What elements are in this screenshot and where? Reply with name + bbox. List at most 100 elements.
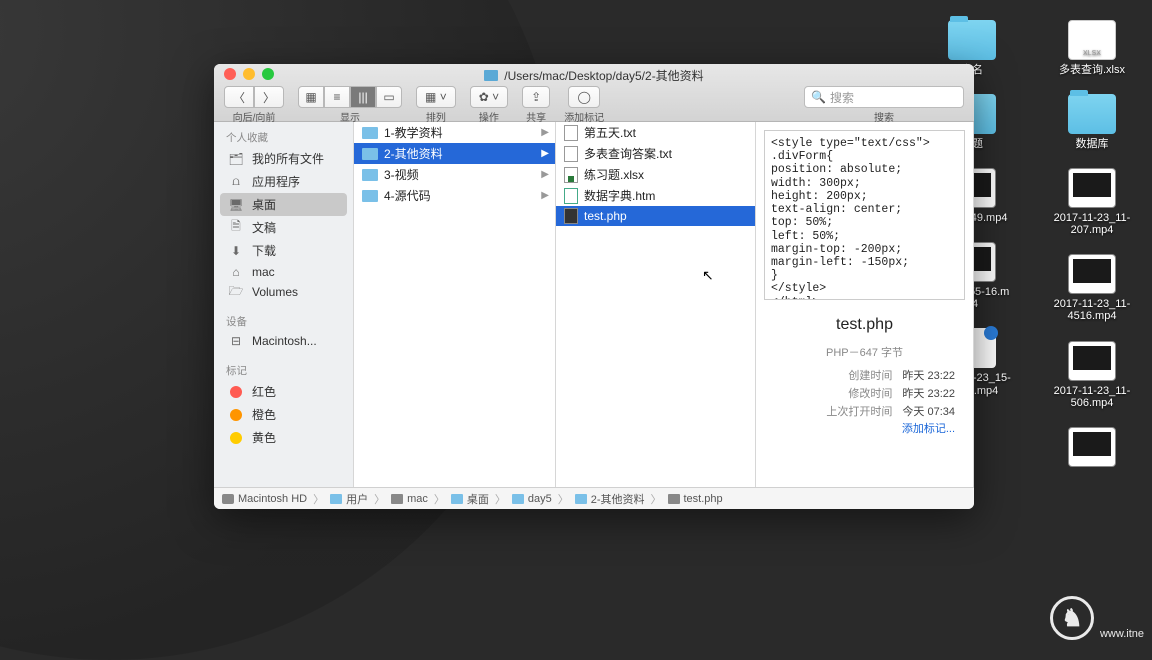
sidebar-item-volumes[interactable]: 🗁 Volumes <box>214 282 353 302</box>
tag-yellow-icon <box>228 431 244 445</box>
view-column-button[interactable]: ||| <box>350 86 376 108</box>
sidebar-header: 个人收藏 <box>214 128 353 147</box>
desktop-item[interactable]: 2017-11-23_11-506.mp4 <box>1052 341 1132 409</box>
sidebar: 个人收藏🗂我的所有文件⩍应用程序🖥桌面🗎文稿⬇下载⌂mac🗁Volumes设备⊟… <box>214 122 354 487</box>
add-tag-link[interactable]: 添加标记... <box>764 420 965 436</box>
sidebar-item-label: Macintosh... <box>252 334 317 348</box>
sidebar-item-label: 黄色 <box>252 429 276 446</box>
path-segment[interactable]: 2-其他资料 <box>591 491 645 507</box>
share-button[interactable]: ⇪ <box>522 86 550 108</box>
tag-red-icon <box>228 385 244 399</box>
sidebar-item-tag-yellow[interactable]: 黄色 <box>214 426 353 449</box>
column-1[interactable]: 1-教学资料▶2-其他资料▶3-视频▶4-源代码▶ <box>354 122 556 487</box>
sidebar-item-home[interactable]: ⌂mac <box>214 262 353 282</box>
folder-icon <box>1068 94 1116 134</box>
path-segment[interactable]: Macintosh HD <box>238 493 307 505</box>
hdd-icon: ⊟ <box>228 334 244 348</box>
file-row[interactable]: 4-源代码▶ <box>354 185 555 206</box>
path-segment[interactable]: mac <box>407 493 428 505</box>
sidebar-item-label: 我的所有文件 <box>252 150 324 167</box>
titlebar: /Users/mac/Desktop/day5/2-其他资料 〈 〉 向后/向前… <box>214 64 974 122</box>
php-icon <box>564 208 578 224</box>
chevron-right-icon: ▶ <box>541 148 549 159</box>
folder-icon <box>512 494 524 504</box>
path-segment[interactable]: 桌面 <box>467 491 489 507</box>
nav-back-button[interactable]: 〈 <box>224 86 254 108</box>
zoom-button[interactable] <box>262 68 274 80</box>
folder-icon <box>362 148 378 160</box>
chevron-right-icon: ▶ <box>541 190 549 201</box>
mp4-icon <box>1068 341 1116 381</box>
xlsx-icon <box>564 167 578 183</box>
home-icon <box>391 494 403 504</box>
preview-pane: <style type="text/css"> .divForm{ positi… <box>756 122 974 487</box>
sidebar-item-documents[interactable]: 🗎文稿 <box>214 216 353 239</box>
desktop-item[interactable]: 2017-11-23_11-207.mp4 <box>1052 168 1132 236</box>
path-bar[interactable]: Macintosh HD〉用户〉mac〉桌面〉day5〉2-其他资料〉test.… <box>214 487 974 509</box>
sidebar-item-tag-red[interactable]: 红色 <box>214 380 353 403</box>
arrange-button[interactable]: ▦ ˅ <box>416 86 456 108</box>
desktop-item[interactable]: 2017-11-23_11-4516.mp4 <box>1052 254 1132 322</box>
sidebar-item-hdd[interactable]: ⊟ Macintosh... <box>214 331 353 351</box>
desktop-item[interactable]: XLSX多表查询.xlsx <box>1052 20 1132 76</box>
file-row[interactable]: 第五天.txt <box>556 122 755 143</box>
file-row[interactable]: 多表查询答案.txt <box>556 143 755 164</box>
sidebar-item-apps[interactable]: ⩍应用程序 <box>214 170 353 193</box>
preview-content: <style type="text/css"> .divForm{ positi… <box>764 130 965 300</box>
watermark: ♞ www.itne <box>1024 580 1144 640</box>
column-2[interactable]: 第五天.txt多表查询答案.txt练习题.xlsx数据字典.htmtest.ph… <box>556 122 756 487</box>
file-row[interactable]: 练习题.xlsx <box>556 164 755 185</box>
sidebar-item-label: Volumes <box>252 285 298 299</box>
view-icon-button[interactable]: ▦ <box>298 86 324 108</box>
xlsx-icon: XLSX <box>1068 20 1116 60</box>
file-row[interactable]: 3-视频▶ <box>354 164 555 185</box>
volumes-icon: 🗁 <box>228 285 244 299</box>
sidebar-item-label: 桌面 <box>252 196 276 213</box>
folder-icon <box>484 70 498 81</box>
folder-icon <box>362 169 378 181</box>
view-list-button[interactable]: ≡ <box>324 86 350 108</box>
file-icon <box>668 494 680 504</box>
desktop-item[interactable]: 数据库 <box>1052 94 1132 150</box>
sidebar-item-label: 红色 <box>252 383 276 400</box>
sidebar-item-tag-orange[interactable]: 橙色 <box>214 403 353 426</box>
txt-icon <box>564 146 578 162</box>
hd-icon <box>222 494 234 504</box>
mp4-icon <box>1068 427 1116 467</box>
folder-icon <box>362 190 378 202</box>
preview-meta: PHP－647 字节 <box>764 344 965 360</box>
mp4-icon <box>1068 254 1116 294</box>
desktop-item[interactable] <box>1052 427 1132 471</box>
sidebar-item-all-files[interactable]: 🗂我的所有文件 <box>214 147 353 170</box>
preview-details: 创建时间昨天 23:22修改时间昨天 23:22上次打开时间今天 07:34 <box>764 366 965 420</box>
search-input[interactable]: 🔍 搜索 <box>804 86 964 108</box>
path-segment[interactable]: test.php <box>684 493 723 505</box>
sidebar-item-downloads[interactable]: ⬇下载 <box>214 239 353 262</box>
folder-icon <box>362 127 378 139</box>
mp4-icon <box>1068 168 1116 208</box>
txt-icon <box>564 125 578 141</box>
window-title: /Users/mac/Desktop/day5/2-其他资料 <box>484 67 703 84</box>
close-button[interactable] <box>224 68 236 80</box>
file-row[interactable]: 2-其他资料▶ <box>354 143 555 164</box>
desktop-icon: 🖥 <box>228 198 244 212</box>
tag-button[interactable]: ◯ <box>568 86 599 108</box>
view-gallery-button[interactable]: ▭ <box>376 86 402 108</box>
path-segment[interactable]: 用户 <box>346 491 368 507</box>
window-controls[interactable] <box>224 68 274 80</box>
documents-icon: 🗎 <box>228 221 244 235</box>
folder-icon <box>575 494 587 504</box>
path-segment[interactable]: day5 <box>528 493 552 505</box>
search-icon: 🔍 <box>811 90 826 104</box>
file-row[interactable]: 数据字典.htm <box>556 185 755 206</box>
chevron-right-icon: ▶ <box>541 127 549 138</box>
preview-filename: test.php <box>764 316 965 334</box>
sidebar-header: 设备 <box>214 312 353 331</box>
file-row[interactable]: 1-教学资料▶ <box>354 122 555 143</box>
action-button[interactable]: ✿ ˅ <box>470 86 508 108</box>
home-icon: ⌂ <box>228 265 244 279</box>
file-row[interactable]: test.php <box>556 206 755 226</box>
nav-forward-button[interactable]: 〉 <box>254 86 284 108</box>
sidebar-item-desktop[interactable]: 🖥 桌面 <box>220 193 347 216</box>
minimize-button[interactable] <box>243 68 255 80</box>
